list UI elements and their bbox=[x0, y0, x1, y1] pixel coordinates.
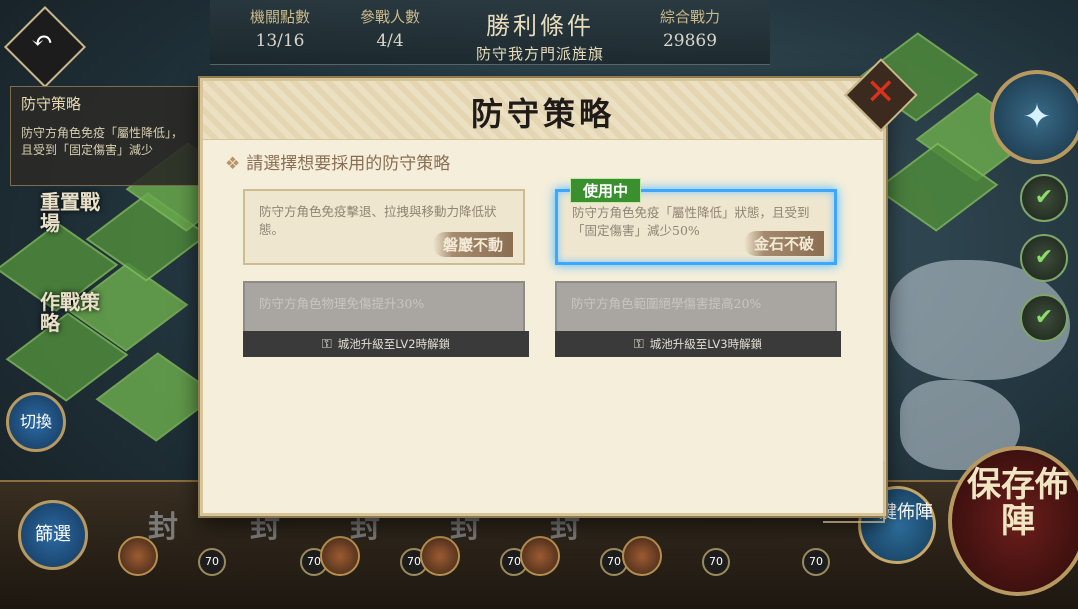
victory-value: 防守我方門派旌旗 bbox=[475, 45, 604, 63]
lock-icon: ⚿ bbox=[321, 337, 332, 352]
unlock-text: 城池升級至LV3時解鎖 bbox=[649, 337, 763, 351]
ally-avatar-icon[interactable]: ✔ bbox=[1020, 174, 1068, 222]
strategy-name: 磐巖不動 bbox=[432, 232, 513, 257]
level-badge: 70 bbox=[802, 548, 830, 576]
strategy-card-locked-lv2[interactable]: 防守方角色物理免傷提升30% ⚿ 城池升級至LV2時解鎖 bbox=[243, 281, 529, 357]
switch-label: 切換 bbox=[19, 412, 52, 431]
subtitle-text: 請選擇想要採用的防守策略 bbox=[246, 154, 451, 174]
ally-avatar-icon[interactable]: ✔ bbox=[1020, 234, 1068, 282]
strategy-card-immovable[interactable]: 防守方角色免疫擊退、拉拽與移動力降低狀態。 磐巖不動 bbox=[243, 189, 525, 265]
close-icon: ✕ bbox=[865, 72, 896, 114]
dialog-title: 防守策略 bbox=[470, 95, 615, 133]
unlock-requirement: ⚿ 城池升級至LV2時解鎖 bbox=[243, 331, 529, 357]
sealed-label: 封 bbox=[148, 510, 178, 545]
mechanism-label: 機關點數 bbox=[249, 8, 310, 26]
filter-button[interactable]: 篩選 bbox=[18, 500, 88, 570]
reset-battlefield-button[interactable]: 重置戰場 bbox=[40, 192, 100, 234]
ally-avatar-icon[interactable]: ✔ bbox=[1020, 294, 1068, 342]
unlock-text: 城池升級至LV2時解鎖 bbox=[337, 337, 451, 351]
participants-label: 參戰人數 bbox=[359, 8, 420, 26]
mechanism-points: 機關點數 13/16 bbox=[230, 6, 330, 51]
sect-emblem-icon[interactable]: ✦ bbox=[990, 70, 1078, 164]
mechanism-value: 13/16 bbox=[255, 31, 305, 51]
filter-label: 篩選 bbox=[35, 524, 71, 545]
switch-button[interactable]: 切換 bbox=[6, 392, 66, 452]
tooltip-text: 防守方角色免疫「屬性降低」，且受到「固定傷害」減少 bbox=[21, 126, 184, 157]
lock-icon: ⚿ bbox=[633, 337, 644, 352]
in-use-badge: 使用中 bbox=[570, 178, 642, 203]
dialog-subtitle: ❖ 請選擇想要採用的防守策略 bbox=[225, 149, 450, 174]
participants: 參戰人數 4/4 bbox=[340, 6, 440, 51]
victory-label: 勝利條件 bbox=[486, 12, 594, 40]
tooltip-title: 防守策略 bbox=[21, 95, 82, 113]
participants-value: 4/4 bbox=[376, 31, 404, 51]
strategy-description: 防守方角色物理免傷提升30% bbox=[259, 296, 425, 311]
power-value: 29869 bbox=[662, 31, 718, 51]
power-label: 綜合戰力 bbox=[659, 8, 720, 26]
top-hud: 機關點數 13/16 參戰人數 4/4 勝利條件 防守我方門派旌旗 綜合戰力 2… bbox=[210, 0, 770, 65]
save-formation-button[interactable]: 保存佈陣 bbox=[948, 446, 1078, 596]
defense-strategy-dialog: 防守策略 ✕ ❖ 請選擇想要採用的防守策略 防守方角色免疫擊退、拉拽與移動力降低狀… bbox=[200, 58, 918, 523]
strategy-card-locked-lv3[interactable]: 防守方角色範圍絕學傷害提高20% ⚿ 城池升級至LV3時解鎖 bbox=[555, 281, 841, 357]
corner-ornament bbox=[823, 461, 885, 523]
element-icon bbox=[622, 536, 662, 576]
save-label: 保存佈陣 bbox=[967, 465, 1069, 541]
victory-condition: 勝利條件 防守我方門派旌旗 bbox=[450, 6, 630, 64]
combined-power: 綜合戰力 29869 bbox=[640, 6, 740, 51]
diamond-icon: ❖ bbox=[225, 154, 241, 174]
strategy-name: 金石不破 bbox=[743, 231, 824, 256]
back-arrow-icon: ↶ bbox=[31, 26, 53, 57]
strategy-tooltip: 防守策略 防守方角色免疫「屬性降低」，且受到「固定傷害」減少 bbox=[10, 86, 200, 186]
dialog-header: 防守策略 bbox=[203, 81, 883, 140]
strategy-card-unbreakable[interactable]: 使用中 防守方角色免疫「屬性降低」狀態，且受到「固定傷害」減少50% 金石不破 bbox=[555, 178, 837, 265]
unlock-requirement: ⚿ 城池升級至LV3時解鎖 bbox=[555, 331, 841, 357]
tactics-button[interactable]: 作戰策略 bbox=[40, 292, 100, 334]
strategy-description: 防守方角色範圍絕學傷害提高20% bbox=[571, 296, 762, 311]
